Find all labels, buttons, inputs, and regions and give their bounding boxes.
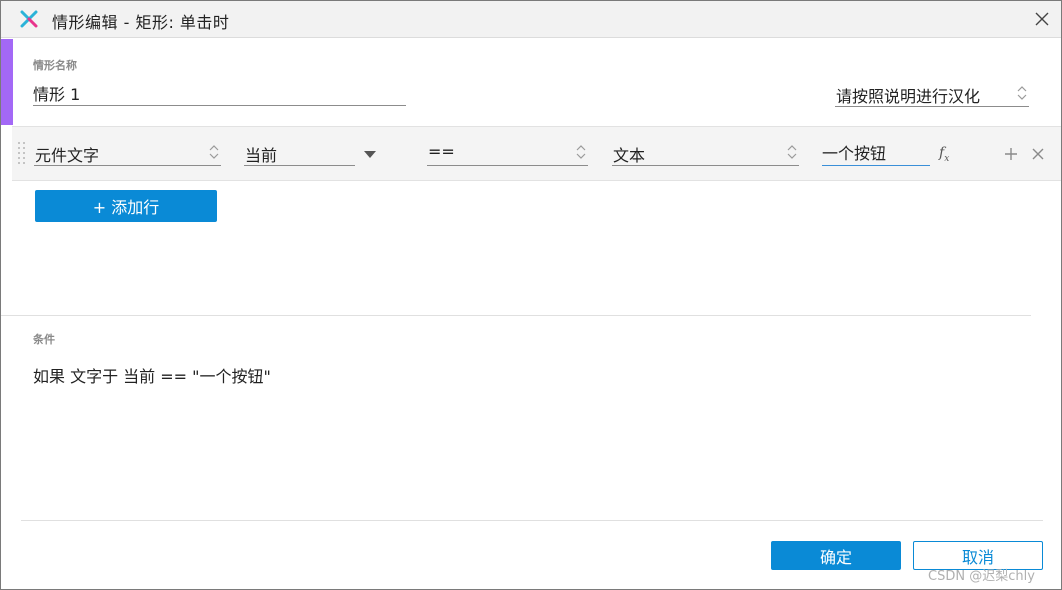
target-select[interactable]: 当前 — [244, 139, 355, 166]
match-mode-value: 请按照说明进行汉化 — [836, 87, 981, 106]
divider — [1, 315, 1031, 316]
accent-bar — [1, 39, 13, 125]
window-title: 情形编辑 - 矩形: 单击时 — [52, 13, 230, 32]
match-mode-select[interactable]: 请按照说明进行汉化 — [835, 80, 1029, 107]
remove-row-icon[interactable] — [1032, 148, 1044, 160]
watermark: CSDN @迟梨chly — [928, 569, 1035, 584]
spinner-icon — [576, 145, 586, 159]
value-type-value: 文本 — [613, 146, 646, 165]
case-name-input[interactable] — [33, 81, 406, 106]
title-bar: 情形编辑 - 矩形: 单击时 — [1, 1, 1061, 38]
target-value: 当前 — [245, 146, 278, 165]
chevron-down-icon[interactable] — [364, 151, 376, 159]
plus-icon[interactable] — [1004, 147, 1018, 161]
drag-handle-icon[interactable] — [17, 141, 27, 167]
case-name-label: 情形名称 — [33, 59, 77, 72]
axure-logo-icon — [20, 10, 38, 28]
target-type-select[interactable]: 元件文字 — [34, 139, 221, 166]
case-editor-dialog: 情形编辑 - 矩形: 单击时 情形名称 请按照说明进行汉化 元件文字 — [0, 0, 1062, 590]
value-input[interactable] — [822, 139, 930, 166]
operator-value: == — [428, 142, 455, 161]
close-icon[interactable] — [1034, 11, 1050, 27]
condition-label: 条件 — [33, 333, 55, 346]
ok-button[interactable]: 确定 — [771, 541, 901, 570]
fx-icon[interactable]: fx — [939, 145, 949, 164]
divider — [21, 520, 1043, 521]
target-type-value: 元件文字 — [35, 146, 100, 165]
fx-sub: x — [944, 153, 950, 164]
condition-summary: 如果 文字于 当前 == "一个按钮" — [33, 367, 271, 386]
add-row-button[interactable]: + 添加行 — [35, 190, 217, 222]
operator-select[interactable]: == — [427, 139, 588, 166]
spinner-icon — [1017, 86, 1027, 100]
spinner-icon — [209, 145, 219, 159]
value-type-select[interactable]: 文本 — [612, 139, 799, 166]
spinner-icon — [787, 145, 797, 159]
